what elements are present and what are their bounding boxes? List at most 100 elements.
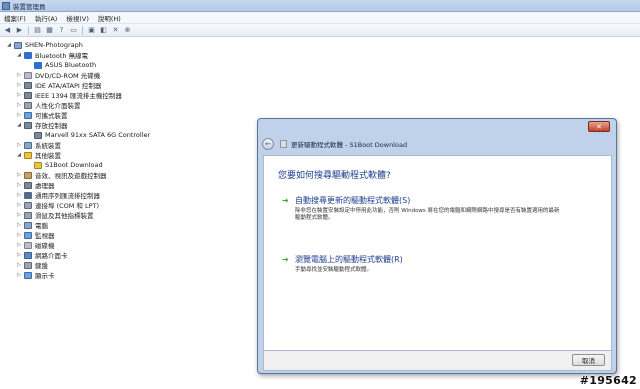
system-icon	[24, 141, 32, 149]
uninstall-icon[interactable]: ✕	[111, 26, 120, 35]
device-icon	[280, 140, 287, 148]
tree-item-disk[interactable]: ▷ 磁碟機	[16, 240, 55, 250]
tree-item-ports[interactable]: ▷ 連接埠 (COM 和 LPT)	[16, 200, 99, 210]
collapse-arrow-icon[interactable]: ◢	[16, 152, 22, 158]
back-arrow-icon[interactable]: ←	[262, 138, 274, 150]
collapse-arrow-icon[interactable]: ◢	[16, 122, 22, 128]
port-icon	[24, 201, 32, 209]
monitor-icon	[24, 231, 32, 239]
bluetooth-icon	[34, 61, 42, 69]
menu-action[interactable]: 執行(A)	[35, 13, 58, 23]
expand-arrow-icon[interactable]: ▷	[16, 232, 22, 238]
mouse-icon	[24, 211, 32, 219]
tree-item-network[interactable]: ▷ 網路介面卡	[16, 250, 68, 260]
chip-icon	[24, 81, 32, 89]
tree-item-portable[interactable]: ▷ 可攜式裝置	[16, 110, 68, 120]
usb-icon	[24, 191, 32, 199]
expand-arrow-icon[interactable]: ▷	[16, 172, 22, 178]
tree-item-mouse[interactable]: ▷ 滑鼠及其他指標裝置	[16, 210, 94, 220]
expand-arrow-icon[interactable]: ▷	[16, 182, 22, 188]
display-icon	[24, 271, 32, 279]
dialog-header: ← 更新驅動程式軟體 - S1Boot Download	[262, 134, 612, 154]
expand-arrow-icon[interactable]: ▷	[16, 72, 22, 78]
dialog-footer: 取消	[263, 351, 612, 371]
tree-item-keyboard[interactable]: ▷ 鍵盤	[16, 260, 48, 270]
toolbar: ◀ ▶ ▤ ▦ ? ▭ ▣ ◧ ✕ ⊕	[0, 24, 640, 37]
chip-icon	[24, 121, 32, 129]
expand-arrow-icon[interactable]: ▷	[16, 142, 22, 148]
tree-item-marvell[interactable]: Marvell 91xx SATA 6G Controller	[34, 130, 150, 140]
close-icon: ✕	[596, 122, 602, 131]
expand-arrow-icon[interactable]: ▷	[16, 192, 22, 198]
screen: 裝置管理員 檔案(F) 執行(A) 檢視(V) 說明(H) ◀ ▶ ▤ ▦ ? …	[0, 0, 640, 389]
warning-icon	[24, 151, 32, 159]
computer-icon	[24, 221, 32, 229]
refresh-icon[interactable]: ▦	[45, 26, 54, 35]
dialog-question: 您要如何搜尋驅動程式軟體?	[278, 171, 391, 181]
tree-root[interactable]: ◢ SHEN-Photograph	[6, 40, 83, 50]
option-description: 手動尋找並安裝驅動程式軟體。	[295, 267, 373, 273]
scan-icon[interactable]: ⊕	[123, 26, 132, 35]
tree-item-dvd[interactable]: ▷ DVD/CD-ROM 光碟機	[16, 70, 100, 80]
tree-item-ide[interactable]: ▷ IDE ATA/ATAPI 控制器	[16, 80, 101, 90]
computer-icon	[14, 41, 22, 49]
network-icon	[24, 251, 32, 259]
help-icon[interactable]: ?	[57, 26, 66, 35]
expand-arrow-icon[interactable]: ▷	[16, 222, 22, 228]
option-search-automatically[interactable]: ➔ 自動搜尋更新的驅動程式軟體(S) 除非您在裝置安裝設定中停用此功能，否則 W…	[282, 196, 565, 222]
tree-item-system[interactable]: ▷ 系統裝置	[16, 140, 61, 150]
expand-arrow-icon[interactable]: ▷	[16, 272, 22, 278]
back-icon[interactable]: ◀	[3, 26, 12, 35]
expand-arrow-icon[interactable]: ▷	[16, 242, 22, 248]
expand-arrow-icon[interactable]: ▷	[16, 82, 22, 88]
device-tree: ◢ SHEN-Photograph ◢ Bluetooth 無線電 ASUS B…	[0, 38, 255, 389]
tree-item-audio[interactable]: ▷ 音效、視訊及遊戲控制器	[16, 170, 107, 180]
option-browse-computer[interactable]: ➔ 瀏覽電腦上的驅動程式軟體(R) 手動尋找並安裝驅動程式軟體。	[282, 255, 565, 274]
update-driver-icon[interactable]: ▣	[87, 26, 96, 35]
tree-item-asus-bluetooth[interactable]: ASUS Bluetooth	[34, 60, 96, 70]
tree-item-display[interactable]: ▷ 顯示卡	[16, 270, 55, 280]
warning-icon	[34, 161, 42, 169]
tree-item-computer[interactable]: ▷ 電腦	[16, 220, 48, 230]
green-arrow-icon: ➔	[282, 196, 289, 205]
monitor-icon[interactable]: ▭	[69, 26, 78, 35]
option-text: 瀏覽電腦上的驅動程式軟體(R) 手動尋找並安裝驅動程式軟體。	[295, 255, 565, 274]
expand-arrow-icon[interactable]: ▷	[16, 112, 22, 118]
tree-item-ieee1394[interactable]: ▷ IEEE 1394 匯流排主機控制器	[16, 90, 122, 100]
dialog-title: 更新驅動程式軟體 - S1Boot Download	[291, 141, 408, 149]
collapse-arrow-icon[interactable]: ◢	[16, 52, 22, 58]
update-driver-dialog: ✕ ← 更新驅動程式軟體 - S1Boot Download 您要如何搜尋驅動程…	[257, 118, 617, 374]
window-title: 裝置管理員	[13, 2, 46, 11]
expand-arrow-icon[interactable]: ▷	[16, 262, 22, 268]
tree-item-other[interactable]: ◢ 其他裝置	[16, 150, 61, 160]
expand-arrow-icon[interactable]: ▷	[16, 102, 22, 108]
close-button[interactable]: ✕	[588, 121, 610, 132]
expand-arrow-icon[interactable]: ▷	[16, 202, 22, 208]
tree-item-bluetooth[interactable]: ◢ Bluetooth 無線電	[16, 50, 88, 60]
chip-icon	[34, 131, 42, 139]
properties-icon[interactable]: ▤	[33, 26, 42, 35]
device-manager-titlebar: 裝置管理員	[0, 0, 640, 12]
menu-view[interactable]: 檢視(V)	[66, 13, 89, 23]
tree-item-hid[interactable]: ▷ 人性化介面裝置	[16, 100, 81, 110]
expand-arrow-icon[interactable]: ▷	[16, 252, 22, 258]
menu-bar: 檔案(F) 執行(A) 檢視(V) 說明(H)	[0, 12, 640, 24]
menu-file[interactable]: 檔案(F)	[4, 13, 26, 23]
tree-item-s1boot[interactable]: S1Boot Download	[34, 160, 103, 170]
collapse-arrow-icon[interactable]: ◢	[6, 42, 12, 48]
expand-arrow-icon[interactable]: ▷	[16, 92, 22, 98]
tree-item-monitor[interactable]: ▷ 監視器	[16, 230, 55, 240]
expand-arrow-icon[interactable]: ▷	[16, 212, 22, 218]
tree-item-storage[interactable]: ◢ 存放控制器	[16, 120, 68, 130]
disable-icon[interactable]: ◧	[99, 26, 108, 35]
option-text: 自動搜尋更新的驅動程式軟體(S) 除非您在裝置安裝設定中停用此功能，否則 Win…	[295, 196, 565, 222]
portable-icon	[24, 111, 32, 119]
dialog-body: 您要如何搜尋驅動程式軟體? ➔ 自動搜尋更新的驅動程式軟體(S) 除非您在裝置安…	[263, 155, 612, 351]
toolbar-separator	[28, 25, 29, 35]
menu-help[interactable]: 說明(H)	[98, 13, 121, 23]
forward-icon[interactable]: ▶	[15, 26, 24, 35]
cancel-button[interactable]: 取消	[572, 354, 605, 366]
chip-icon	[24, 91, 32, 99]
tree-item-usb[interactable]: ▷ 通用序列匯流排控制器	[16, 190, 100, 200]
tree-item-cpu[interactable]: ▷ 處理器	[16, 180, 55, 190]
